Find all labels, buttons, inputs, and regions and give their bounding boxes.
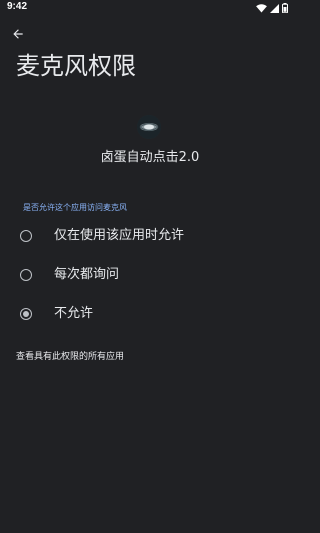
option-allow-while-using[interactable]: 仅在使用该应用时允许 xyxy=(0,218,300,254)
see-all-apps-link[interactable]: 查看具有此权限的所有应用 xyxy=(16,350,124,364)
page-title: 麦克风权限 xyxy=(16,52,136,80)
wifi-icon xyxy=(256,3,267,13)
app-name: 卤蛋自动点击2.0 xyxy=(100,150,200,165)
section-header: 是否允许这个应用访问麦克风 xyxy=(23,203,127,212)
status-time: 9:42 xyxy=(7,1,28,12)
back-button[interactable] xyxy=(9,26,27,44)
app-icon xyxy=(137,115,161,139)
battery-icon xyxy=(282,3,288,13)
status-icons xyxy=(256,3,288,13)
radio-button[interactable] xyxy=(20,230,32,242)
radio-button[interactable] xyxy=(20,269,32,281)
option-deny[interactable]: 不允许 xyxy=(0,296,300,332)
arrow-back-icon xyxy=(11,26,25,45)
signal-icon xyxy=(270,3,279,13)
option-ask-every-time[interactable]: 每次都询问 xyxy=(0,257,300,293)
status-bar: 9:42 xyxy=(0,0,300,16)
option-label: 每次都询问 xyxy=(54,267,120,282)
radio-button-checked[interactable] xyxy=(20,308,32,320)
option-label: 仅在使用该应用时允许 xyxy=(54,228,185,243)
option-label: 不允许 xyxy=(54,306,94,321)
